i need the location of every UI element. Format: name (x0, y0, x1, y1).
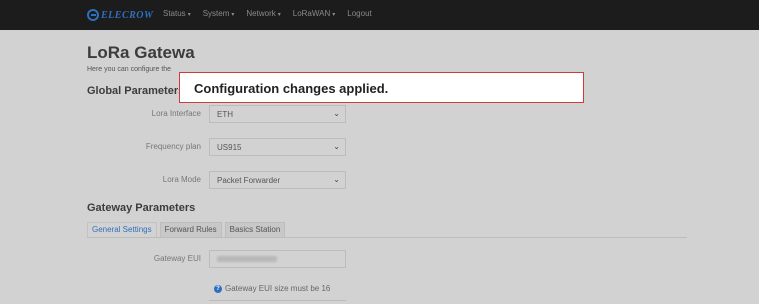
next-field-input[interactable] (209, 300, 346, 305)
chevron-down-icon: ⌄ (333, 109, 340, 118)
config-applied-toast: Configuration changes applied. (179, 72, 584, 103)
lora-mode-label: Lora Mode (162, 175, 201, 184)
info-icon: ? (214, 284, 222, 293)
redacted-value (217, 256, 277, 262)
menu-logout[interactable]: Logout (347, 9, 371, 18)
main-menu: Status ▾ System ▾ Network ▾ LoRaWAN ▾ Logout (163, 9, 372, 18)
gateway-tabs: General Settings Forward Rules Basics St… (87, 222, 286, 237)
tab-forward-rules[interactable]: Forward Rules (159, 222, 222, 237)
logo-icon (87, 9, 99, 21)
chevron-down-icon: ▾ (187, 12, 191, 18)
gateway-parameters-heading: Gateway Parameters (87, 202, 196, 214)
lora-interface-select[interactable]: ETH ⌄ (209, 105, 346, 123)
page-title: LoRa Gatewa (87, 43, 195, 62)
toast-message: Configuration changes applied. (194, 81, 389, 96)
menu-lorawan[interactable]: LoRaWAN ▾ (293, 9, 336, 18)
gateway-eui-hint: ? Gateway EUI size must be 16 (214, 284, 330, 293)
brand-logo[interactable]: ELECROW (87, 8, 153, 22)
top-navbar: ELECROW Status ▾ System ▾ Network ▾ LoRaWAN… (0, 0, 759, 30)
menu-status[interactable]: Status ▾ (163, 9, 191, 18)
main-content: LoRa Gatewa Here you can configure the G… (0, 30, 759, 304)
page-description: Here you can configure the (87, 66, 172, 73)
tab-basics-station[interactable]: Basics Station (224, 222, 286, 237)
tab-divider (87, 237, 687, 238)
frequency-plan-select[interactable]: US915 ⌄ (209, 138, 346, 156)
chevron-down-icon: ▾ (277, 12, 281, 18)
lora-mode-select[interactable]: Packet Forwarder ⌄ (209, 171, 346, 189)
gateway-eui-input[interactable] (209, 250, 346, 268)
frequency-plan-label: Frequency plan (145, 142, 201, 151)
menu-network[interactable]: Network ▾ (246, 9, 280, 18)
chevron-down-icon: ▾ (332, 12, 336, 18)
global-parameters-heading: Global Parameters (87, 85, 185, 97)
chevron-down-icon: ⌄ (333, 142, 340, 151)
logo-text: ELECROW (101, 9, 154, 21)
gateway-eui-label: Gateway EUI (153, 254, 201, 263)
tab-general-settings[interactable]: General Settings (87, 222, 157, 237)
chevron-down-icon: ▾ (231, 12, 235, 18)
lora-interface-label: Lora Interface (151, 109, 201, 118)
gateway-eui-hint-text: Gateway EUI size must be 16 (225, 284, 331, 293)
chevron-down-icon: ⌄ (333, 175, 340, 184)
menu-system[interactable]: System ▾ (203, 9, 235, 18)
